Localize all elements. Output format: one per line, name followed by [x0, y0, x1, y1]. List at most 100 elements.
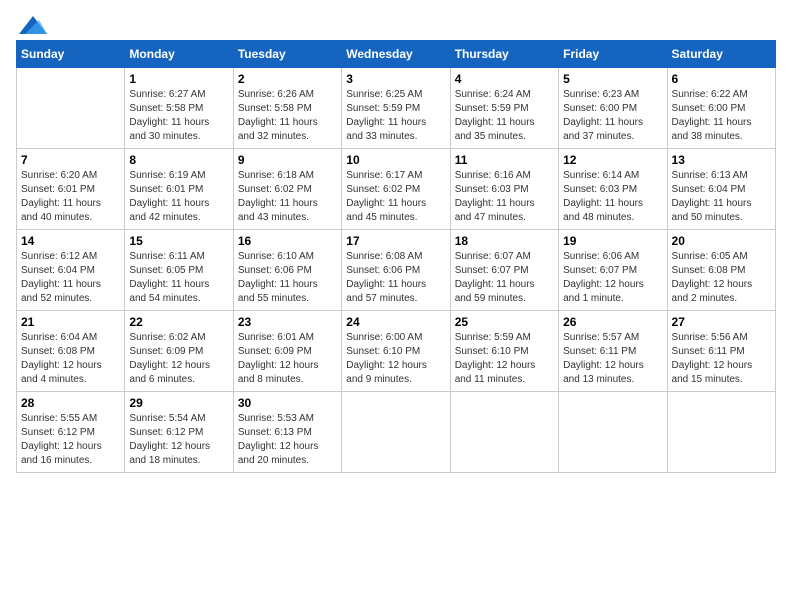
day-cell: 20 Sunrise: 6:05 AMSunset: 6:08 PMDayligh… [667, 230, 775, 311]
day-cell: 30 Sunrise: 5:53 AMSunset: 6:13 PMDayligh… [233, 392, 341, 473]
day-info: Sunrise: 5:53 AMSunset: 6:13 PMDaylight:… [238, 412, 337, 468]
day-number: 7 [21, 153, 120, 167]
week-row-4: 21 Sunrise: 6:04 AMSunset: 6:08 PMDayligh… [17, 311, 776, 392]
day-cell: 13 Sunrise: 6:13 AMSunset: 6:04 PMDayligh… [667, 149, 775, 230]
day-cell: 12 Sunrise: 6:14 AMSunset: 6:03 PMDayligh… [559, 149, 667, 230]
day-number: 5 [563, 72, 662, 86]
day-cell: 11 Sunrise: 6:16 AMSunset: 6:03 PMDayligh… [450, 149, 558, 230]
day-info: Sunrise: 5:56 AMSunset: 6:11 PMDaylight:… [672, 331, 771, 387]
day-info: Sunrise: 5:57 AMSunset: 6:11 PMDaylight:… [563, 331, 662, 387]
day-info: Sunrise: 6:19 AMSunset: 6:01 PMDaylight:… [129, 169, 228, 225]
day-number: 14 [21, 234, 120, 248]
day-number: 30 [238, 396, 337, 410]
day-cell: 1Sunrise: 6:27 AMSunset: 5:58 PMDaylight… [125, 68, 233, 149]
day-number: 4 [455, 72, 554, 86]
day-number: 17 [346, 234, 445, 248]
day-info: Sunrise: 6:05 AMSunset: 6:08 PMDaylight:… [672, 250, 771, 306]
day-info: Sunrise: 6:04 AMSunset: 6:08 PMDaylight:… [21, 331, 120, 387]
day-cell: 28 Sunrise: 5:55 AMSunset: 6:12 PMDayligh… [17, 392, 125, 473]
day-number: 10 [346, 153, 445, 167]
week-row-3: 14 Sunrise: 6:12 AMSunset: 6:04 PMDayligh… [17, 230, 776, 311]
day-info: Sunrise: 6:16 AMSunset: 6:03 PMDaylight:… [455, 169, 554, 225]
day-info: Sunrise: 6:12 AMSunset: 6:04 PMDaylight:… [21, 250, 120, 306]
day-number: 11 [455, 153, 554, 167]
day-info: Sunrise: 6:01 AMSunset: 6:09 PMDaylight:… [238, 331, 337, 387]
day-info: Sunrise: 6:07 AMSunset: 6:07 PMDaylight:… [455, 250, 554, 306]
day-number: 12 [563, 153, 662, 167]
day-info: Sunrise: 5:55 AMSunset: 6:12 PMDaylight:… [21, 412, 120, 468]
header-tuesday: Tuesday [233, 41, 341, 68]
logo [16, 16, 47, 28]
day-number: 16 [238, 234, 337, 248]
day-cell [342, 392, 450, 473]
day-cell [450, 392, 558, 473]
day-info: Sunrise: 6:06 AMSunset: 6:07 PMDaylight:… [563, 250, 662, 306]
day-info: Sunrise: 6:10 AMSunset: 6:06 PMDaylight:… [238, 250, 337, 306]
day-cell: 4 Sunrise: 6:24 AMSunset: 5:59 PMDaylight… [450, 68, 558, 149]
day-info: Sunrise: 6:11 AMSunset: 6:05 PMDaylight:… [129, 250, 228, 306]
day-info: Sunrise: 6:20 AMSunset: 6:01 PMDaylight:… [21, 169, 120, 225]
header-monday: Monday [125, 41, 233, 68]
day-cell: 7 Sunrise: 6:20 AMSunset: 6:01 PMDaylight… [17, 149, 125, 230]
day-number: 22 [129, 315, 228, 329]
header-sunday: Sunday [17, 41, 125, 68]
day-cell: 25 Sunrise: 5:59 AMSunset: 6:10 PMDayligh… [450, 311, 558, 392]
day-info: Sunrise: 6:22 AMSunset: 6:00 PMDaylight:… [672, 88, 771, 144]
day-number: 29 [129, 396, 228, 410]
day-info: Sunrise: 5:54 AMSunset: 6:12 PMDaylight:… [129, 412, 228, 468]
day-info: Sunrise: 6:25 AMSunset: 5:59 PMDaylight:… [346, 88, 445, 144]
day-number: 18 [455, 234, 554, 248]
day-info: Sunrise: 6:00 AMSunset: 6:10 PMDaylight:… [346, 331, 445, 387]
calendar-table: SundayMondayTuesdayWednesdayThursdayFrid… [16, 40, 776, 473]
day-info: Sunrise: 6:23 AMSunset: 6:00 PMDaylight:… [563, 88, 662, 144]
day-cell: 23 Sunrise: 6:01 AMSunset: 6:09 PMDayligh… [233, 311, 341, 392]
day-number: 2 [238, 72, 337, 86]
day-cell: 6 Sunrise: 6:22 AMSunset: 6:00 PMDaylight… [667, 68, 775, 149]
day-cell: 18 Sunrise: 6:07 AMSunset: 6:07 PMDayligh… [450, 230, 558, 311]
day-cell: 16 Sunrise: 6:10 AMSunset: 6:06 PMDayligh… [233, 230, 341, 311]
header-wednesday: Wednesday [342, 41, 450, 68]
day-cell [17, 68, 125, 149]
day-info: Sunrise: 6:26 AMSunset: 5:58 PMDaylight:… [238, 88, 337, 144]
day-cell: 29 Sunrise: 5:54 AMSunset: 6:12 PMDayligh… [125, 392, 233, 473]
day-info: Sunrise: 5:59 AMSunset: 6:10 PMDaylight:… [455, 331, 554, 387]
header-row: SundayMondayTuesdayWednesdayThursdayFrid… [17, 41, 776, 68]
day-cell: 5 Sunrise: 6:23 AMSunset: 6:00 PMDaylight… [559, 68, 667, 149]
day-info: Sunrise: 6:14 AMSunset: 6:03 PMDaylight:… [563, 169, 662, 225]
day-info: Sunrise: 6:24 AMSunset: 5:59 PMDaylight:… [455, 88, 554, 144]
day-cell: 9 Sunrise: 6:18 AMSunset: 6:02 PMDaylight… [233, 149, 341, 230]
day-cell [559, 392, 667, 473]
day-info: Sunrise: 6:08 AMSunset: 6:06 PMDaylight:… [346, 250, 445, 306]
day-number: 26 [563, 315, 662, 329]
day-number: 8 [129, 153, 228, 167]
page-header [16, 16, 776, 28]
day-number: 9 [238, 153, 337, 167]
day-cell: 24 Sunrise: 6:00 AMSunset: 6:10 PMDayligh… [342, 311, 450, 392]
day-number: 27 [672, 315, 771, 329]
day-cell: 19 Sunrise: 6:06 AMSunset: 6:07 PMDayligh… [559, 230, 667, 311]
day-cell: 26 Sunrise: 5:57 AMSunset: 6:11 PMDayligh… [559, 311, 667, 392]
week-row-5: 28 Sunrise: 5:55 AMSunset: 6:12 PMDayligh… [17, 392, 776, 473]
day-info: Sunrise: 6:18 AMSunset: 6:02 PMDaylight:… [238, 169, 337, 225]
day-number: 21 [21, 315, 120, 329]
day-number: 20 [672, 234, 771, 248]
week-row-2: 7 Sunrise: 6:20 AMSunset: 6:01 PMDaylight… [17, 149, 776, 230]
day-number: 19 [563, 234, 662, 248]
day-cell: 15Sunrise: 6:11 AMSunset: 6:05 PMDayligh… [125, 230, 233, 311]
day-number: 3 [346, 72, 445, 86]
day-number: 1 [129, 72, 228, 86]
day-cell: 8 Sunrise: 6:19 AMSunset: 6:01 PMDaylight… [125, 149, 233, 230]
header-thursday: Thursday [450, 41, 558, 68]
day-number: 6 [672, 72, 771, 86]
day-number: 25 [455, 315, 554, 329]
week-row-1: 1Sunrise: 6:27 AMSunset: 5:58 PMDaylight… [17, 68, 776, 149]
day-number: 28 [21, 396, 120, 410]
day-info: Sunrise: 6:17 AMSunset: 6:02 PMDaylight:… [346, 169, 445, 225]
day-number: 13 [672, 153, 771, 167]
day-info: Sunrise: 6:13 AMSunset: 6:04 PMDaylight:… [672, 169, 771, 225]
day-cell: 17 Sunrise: 6:08 AMSunset: 6:06 PMDayligh… [342, 230, 450, 311]
day-number: 23 [238, 315, 337, 329]
day-cell [667, 392, 775, 473]
day-number: 24 [346, 315, 445, 329]
day-cell: 14 Sunrise: 6:12 AMSunset: 6:04 PMDayligh… [17, 230, 125, 311]
